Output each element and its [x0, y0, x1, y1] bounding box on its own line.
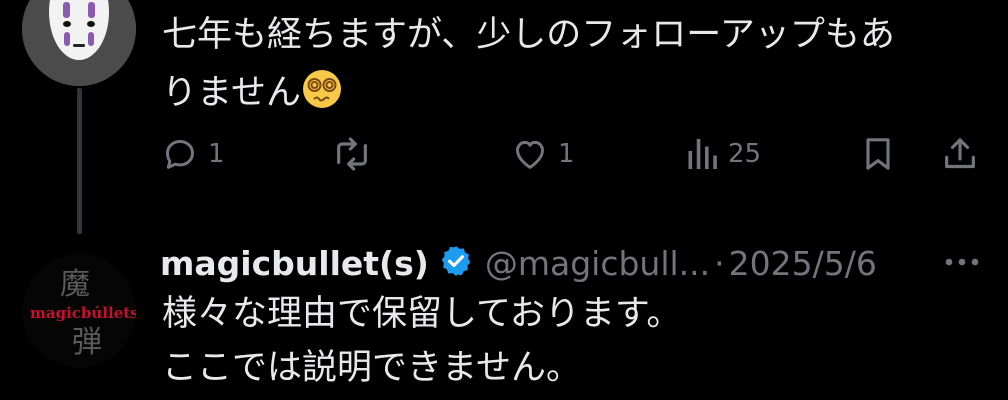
tweet-1-body: 七年も経ちますが、少しのフォローアップもあ りません [162, 6, 992, 128]
repost-icon [337, 137, 367, 171]
tweet-1-action-bar: 1 1 25 [160, 134, 990, 174]
bookmark-button[interactable] [858, 134, 898, 174]
tweet-date[interactable]: 2025/5/6 [729, 244, 877, 283]
avatar-magicbullets[interactable]: 魔 弾 magicbúllets [22, 254, 136, 368]
more-dots-icon [945, 258, 979, 266]
heart-icon [516, 140, 544, 169]
reply-button[interactable]: 1 [160, 134, 225, 174]
views-chart-icon [688, 139, 717, 169]
verified-badge-icon [439, 244, 473, 282]
reply-count: 1 [208, 139, 225, 169]
like-count: 1 [558, 139, 575, 169]
tweet-2-header: magicbullet(s) @magicbull... · 2025/5/6 [160, 238, 877, 288]
magicbullets-logo-icon: 魔 弾 magicbúllets [22, 254, 136, 368]
mask-face-icon [22, 0, 136, 86]
thread-connector-line [77, 88, 82, 234]
reply-icon [166, 140, 194, 169]
tweet-2-body: 様々な理由で保留しております。 ここでは説明できません。 [162, 287, 992, 395]
repost-button[interactable] [330, 134, 382, 174]
views-button[interactable]: 25 [684, 134, 761, 174]
user-handle[interactable]: @magicbull... [485, 244, 710, 283]
svg-text:弾: 弾 [72, 325, 102, 360]
header-separator: · [714, 243, 725, 283]
share-icon [945, 138, 975, 169]
views-count: 25 [728, 139, 762, 169]
svg-text:魔: 魔 [60, 267, 90, 302]
bookmark-icon [866, 138, 890, 170]
more-options-button[interactable] [942, 252, 982, 276]
svg-text:magicbúllets: magicbúllets [30, 304, 136, 322]
tweet-1-text-line-2: りません [162, 64, 992, 128]
tweet-1-text-line-2-text: りません [162, 73, 301, 113]
tweet-2-text-line-1: 様々な理由で保留しております。 [162, 294, 682, 334]
tweet-2-text-line-2: ここでは説明できません。 [162, 348, 581, 388]
display-name[interactable]: magicbullet(s) [160, 244, 429, 283]
dizzy-face-emoji-icon [301, 68, 343, 128]
share-button[interactable] [940, 134, 980, 174]
like-button[interactable]: 1 [510, 134, 575, 174]
avatar-user-1[interactable] [22, 0, 136, 86]
tweet-1-text-line-1: 七年も経ちますが、少しのフォローアップもあ [162, 15, 895, 55]
